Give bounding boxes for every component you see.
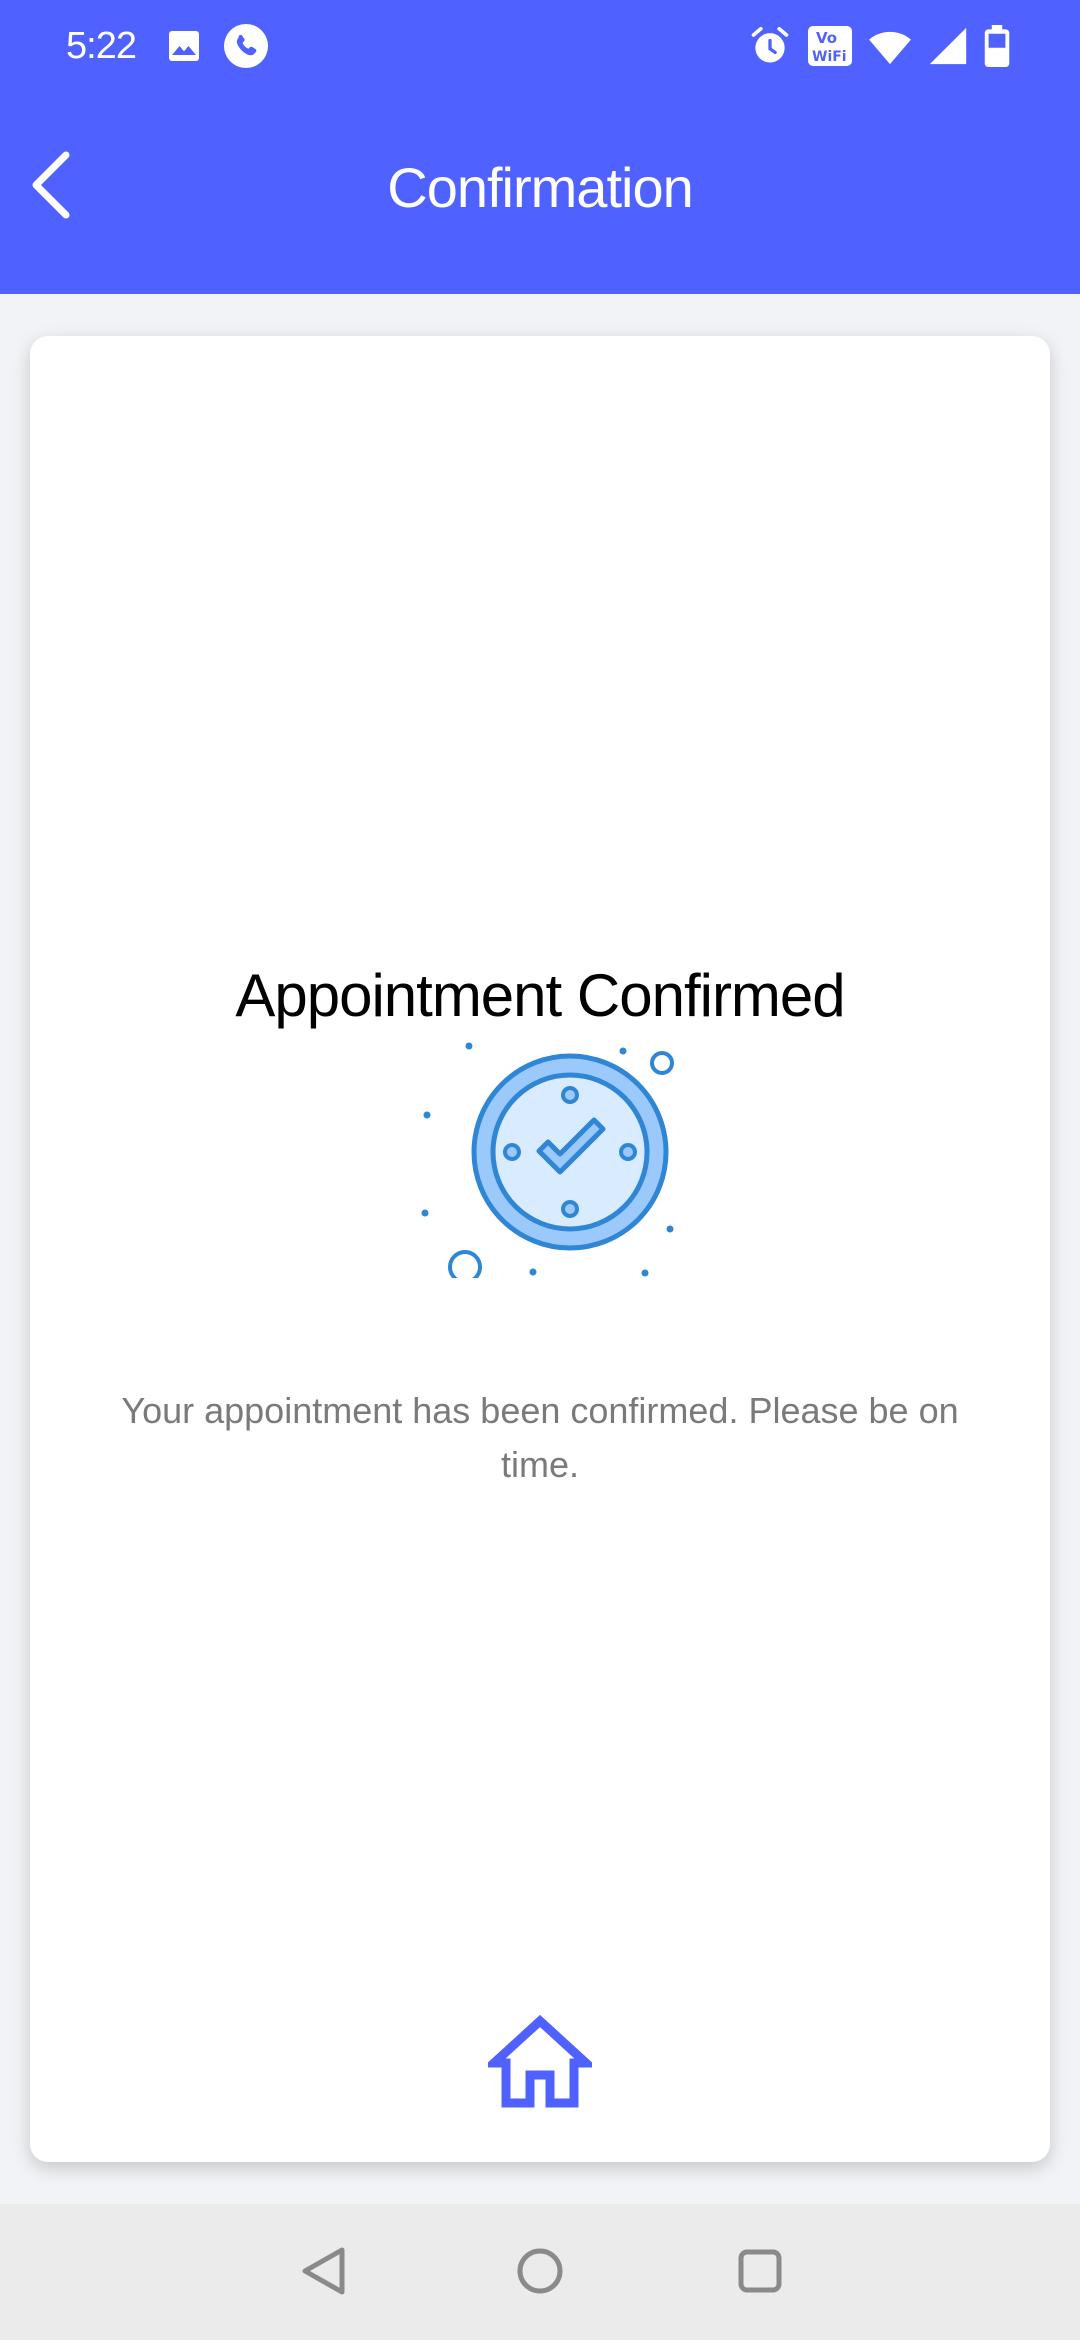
back-triangle-icon [298,2245,348,2302]
status-right-icons: Vo WiFi [748,24,1010,68]
status-time: 5:22 [66,25,137,67]
confirmation-card [30,336,1050,2162]
app-bar: Confirmation [0,94,1080,294]
vowifi-text-top: Vo [816,29,837,47]
vowifi-icon: Vo WiFi [808,26,852,66]
battery-icon [984,25,1010,67]
home-icon [482,2014,598,2114]
confirmation-title: Appointment Confirmed [235,962,845,1029]
image-icon [166,28,202,64]
signal-icon [928,26,968,66]
home-button[interactable] [482,2014,598,2114]
status-left-icons [166,24,268,68]
phone-call-icon [224,24,268,68]
nav-home-button[interactable] [509,2242,571,2304]
page-title: Confirmation [387,156,693,219]
home-circle-icon [515,2246,565,2301]
nav-recents-button[interactable] [729,2242,791,2304]
vowifi-text-bottom: WiFi [812,49,847,65]
status-bar: 5:22 Vo WiFi [0,0,1080,94]
clock-check-icon [420,1018,680,1284]
nav-back-button[interactable] [292,2242,354,2304]
confirmation-message: Your appointment has been confirmed. Ple… [121,1390,959,1485]
navigation-bar [0,2204,1080,2340]
recents-square-icon [737,2248,783,2299]
wifi-icon [868,26,912,66]
alarm-icon [748,24,792,68]
